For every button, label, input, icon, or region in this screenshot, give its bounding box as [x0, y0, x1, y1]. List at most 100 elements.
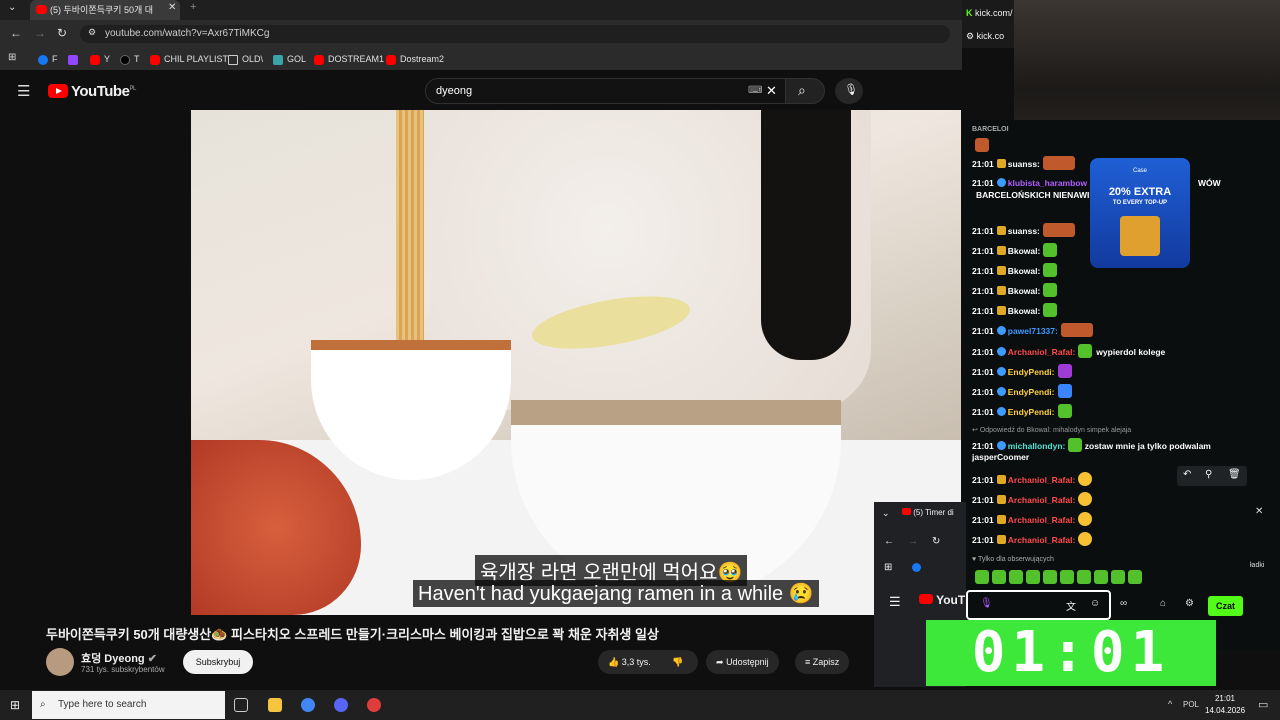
chat-message[interactable]: 21:01 Archaniol_Rafal:	[972, 472, 1093, 486]
chat-message[interactable]: 21:01 klubista_harambow WÓW	[972, 178, 1221, 188]
bookmark-dostream1[interactable]: DOSTREAM1	[314, 53, 384, 65]
channel-name[interactable]: 효덩 Dyeong ✔	[81, 650, 157, 666]
apps-grid-icon[interactable]: ⊞	[884, 562, 892, 573]
thumbs-down-icon[interactable]: 👎	[672, 650, 683, 674]
discord-icon[interactable]	[334, 698, 348, 712]
message-user[interactable]: Archaniol_Rafal:	[1008, 535, 1076, 545]
message-user[interactable]: Archaniol_Rafal:	[1008, 495, 1076, 505]
bookmark-dostream2[interactable]: Dostream2	[386, 53, 444, 65]
message-user[interactable]: Bkowal:	[1008, 286, 1041, 296]
back-arrow-icon[interactable]: ←	[10, 26, 22, 40]
sponsor-ad[interactable]: Case 20% EXTRA TO EVERY TOP-UP	[1090, 158, 1190, 268]
send-chat-button[interactable]: Czat	[1208, 596, 1243, 616]
chrome-icon[interactable]	[301, 698, 315, 712]
like-button[interactable]: 👍 3,3 tys. 👎	[598, 650, 698, 674]
tab-list-chevron-icon[interactable]: ⌄	[8, 2, 16, 13]
chat-message[interactable]: 21:01 Archaniol_Rafal: wypierdol kolege	[972, 344, 1165, 358]
bookmark-gol[interactable]: GOL	[273, 53, 306, 65]
message-user[interactable]: suanss:	[1008, 226, 1040, 236]
emoji-icon[interactable]: ☺	[1090, 598, 1100, 609]
obs-icon[interactable]	[367, 698, 381, 712]
save-button[interactable]: ≡ Zapisz	[795, 650, 850, 674]
message-user[interactable]: Bkowal:	[1008, 306, 1041, 316]
reload-icon[interactable]: ↻	[57, 26, 67, 40]
emote-icon[interactable]	[1060, 570, 1074, 584]
chat-message[interactable]: 21:01 Bkowal:	[972, 303, 1058, 317]
forward-arrow-icon[interactable]: →	[908, 536, 918, 547]
chat-message-input[interactable]: 🎙 文 ☺	[966, 590, 1111, 620]
chevron-down-icon[interactable]: ⌄	[882, 508, 890, 519]
search-input[interactable]: dyeong ⌨ ✕	[425, 78, 787, 104]
reply-icon[interactable]: ↶	[1183, 469, 1191, 480]
subscribe-button[interactable]: Subskrybuj	[183, 650, 253, 674]
tray-chevron-icon[interactable]: ^	[1168, 699, 1172, 709]
infinity-icon[interactable]: ∞	[1120, 598, 1127, 609]
bookmark-chil-playlist[interactable]: CHIL PLAYLIST	[150, 53, 228, 65]
emote-icon[interactable]	[1043, 570, 1057, 584]
message-user[interactable]: EndyPendi:	[1008, 387, 1055, 397]
message-user[interactable]: EndyPendi:	[1008, 407, 1055, 417]
search-button[interactable]: ⌕	[785, 78, 825, 104]
reload-icon[interactable]: ↻	[932, 536, 940, 547]
back-arrow-icon[interactable]: ←	[884, 536, 894, 547]
microphone-icon[interactable]: 🎙	[980, 598, 993, 609]
notification-icon[interactable]: ▭	[1258, 698, 1268, 711]
gift-icon[interactable]: ⌂	[1160, 598, 1166, 609]
kick-tab[interactable]: K kick.com/	[966, 8, 1013, 18]
site-info-icon[interactable]: ⚙	[88, 27, 96, 38]
file-explorer-icon[interactable]	[268, 698, 282, 712]
message-user[interactable]: Archaniol_Rafal:	[1008, 347, 1076, 357]
chat-message[interactable]: 21:01 Archaniol_Rafal:	[972, 512, 1093, 526]
windows-start-icon[interactable]: ⊞	[10, 698, 20, 712]
url-field[interactable]: youtube.com/watch?v=Axr67TiMKCg	[80, 25, 950, 43]
browser-tab-youtube[interactable]: (5) 두바이쫀득쿠키 50개 대	[30, 0, 180, 20]
chat-message[interactable]: 21:01 Bkowal:	[972, 243, 1058, 257]
chat-message[interactable]: 21:01 Archaniol_Rafal:	[972, 492, 1093, 506]
new-tab-icon[interactable]: +	[190, 1, 196, 13]
message-user[interactable]: Bkowal:	[1008, 266, 1041, 276]
task-view-icon[interactable]	[234, 698, 248, 712]
message-user[interactable]: EndyPendi:	[1008, 367, 1055, 377]
keyboard-icon[interactable]: ⌨	[748, 79, 762, 103]
message-user[interactable]: Bkowal:	[1008, 246, 1041, 256]
message-user[interactable]: suanss:	[1008, 159, 1040, 169]
chat-message[interactable]: 21:01 EndyPendi:	[972, 364, 1072, 378]
chat-message[interactable]: BARCELOŃSKICH NIENAWID	[972, 190, 1095, 200]
chat-message[interactable]: 21:01 suanss:	[972, 156, 1075, 170]
emote-icon[interactable]	[992, 570, 1006, 584]
kick-url[interactable]: ⚙ kick.co	[966, 31, 1004, 42]
trash-icon[interactable]: 🗑	[1228, 469, 1241, 480]
channel-avatar[interactable]	[46, 648, 74, 676]
popup-tab[interactable]: (5) Timer di	[902, 508, 954, 517]
chat-message[interactable]: 21:01 suanss:	[972, 223, 1075, 237]
facebook-icon[interactable]	[912, 563, 921, 572]
emote-icon[interactable]	[1128, 570, 1142, 584]
chat-message[interactable]: 21:01 EndyPendi:	[972, 404, 1072, 418]
bookmark-t[interactable]: T	[120, 53, 140, 65]
share-button[interactable]: ➦ Udostępnij	[706, 650, 779, 674]
taskbar-clock[interactable]: 21:01 14.04.2026	[1205, 693, 1245, 717]
settings-gear-icon[interactable]: ⚙	[1185, 598, 1194, 609]
close-tab-icon[interactable]: ✕	[168, 2, 176, 13]
clear-search-icon[interactable]: ✕	[766, 79, 777, 103]
forward-arrow-icon[interactable]: →	[34, 26, 46, 40]
emote-icon[interactable]	[1026, 570, 1040, 584]
chat-message[interactable]: 21:01 Bkowal:	[972, 263, 1058, 277]
emote-icon[interactable]	[1094, 570, 1108, 584]
message-user[interactable]: klubista_harambow	[1008, 178, 1087, 188]
bookmark-f[interactable]: F	[38, 53, 58, 65]
close-popup-icon[interactable]: ✕	[1255, 506, 1263, 517]
chat-message[interactable]: 21:01 pawel71337:	[972, 323, 1093, 337]
bookmark-twitch[interactable]	[68, 53, 82, 65]
chat-message[interactable]: 21:01 michallondyn: zostaw mnie ja tylko …	[972, 438, 1211, 452]
hamburger-menu-icon[interactable]: ☰	[889, 594, 901, 610]
voice-search-button[interactable]: 🎙	[835, 78, 863, 104]
translate-icon[interactable]: 文	[1066, 598, 1076, 613]
chat-message[interactable]: 21:01 EndyPendi:	[972, 384, 1072, 398]
message-user[interactable]: Archaniol_Rafal:	[1008, 515, 1076, 525]
language-indicator[interactable]: POL	[1183, 700, 1199, 709]
emote-icon[interactable]	[1111, 570, 1125, 584]
bookmark-old[interactable]: OLD\	[228, 53, 263, 65]
message-user[interactable]: Archaniol_Rafal:	[1008, 475, 1076, 485]
chat-message[interactable]: 21:01 Archaniol_Rafal:	[972, 532, 1093, 546]
